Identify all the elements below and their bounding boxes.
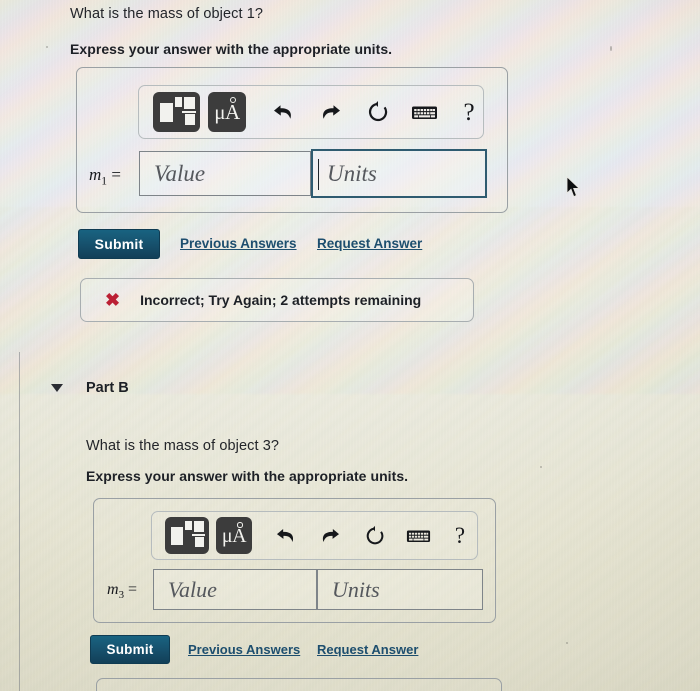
units-icon-label: μA bbox=[221, 524, 247, 547]
reset-circular-arrow-icon bbox=[369, 101, 388, 122]
redo-button[interactable] bbox=[316, 522, 344, 550]
units-button[interactable]: μA bbox=[216, 517, 252, 554]
part-a-instruction: Express your answer with the appropriate… bbox=[70, 41, 393, 57]
undo-button[interactable] bbox=[272, 522, 300, 550]
part-a-feedback-text: Incorrect; Try Again; 2 attempts remaini… bbox=[140, 292, 422, 308]
keyboard-button[interactable] bbox=[409, 101, 439, 123]
text-caret bbox=[318, 159, 319, 190]
undo-arrow-icon bbox=[276, 529, 294, 542]
part-b-value-placeholder: Value bbox=[168, 576, 217, 602]
part-a-question: What is the mass of object 1? bbox=[70, 6, 264, 22]
cross-icon: ✖ bbox=[105, 290, 121, 310]
variable-letter: m bbox=[89, 165, 102, 184]
part-a-answer-panel: μA ? m1 = Value Units bbox=[76, 67, 508, 213]
variable-subscript: 3 bbox=[118, 589, 124, 602]
math-template-icon bbox=[165, 517, 209, 554]
part-a-request-answer-link[interactable]: Request Answer bbox=[317, 236, 422, 251]
part-a-value-input[interactable]: Value bbox=[139, 151, 311, 196]
math-template-button[interactable] bbox=[165, 517, 209, 554]
equals-sign: = bbox=[111, 165, 121, 184]
part-a-feedback-banner: ✖ Incorrect; Try Again; 2 attempts remai… bbox=[80, 278, 474, 322]
math-template-icon bbox=[153, 92, 200, 132]
math-template-button[interactable] bbox=[153, 92, 200, 132]
part-b-submit-button[interactable]: Submit bbox=[90, 635, 170, 664]
mouse-cursor bbox=[566, 175, 581, 198]
question-mark-icon: ? bbox=[454, 523, 466, 548]
reset-button[interactable] bbox=[361, 522, 389, 550]
part-b-units-placeholder: Units bbox=[332, 576, 380, 602]
part-b-collapse-toggle[interactable] bbox=[51, 384, 63, 392]
help-button[interactable]: ? bbox=[448, 522, 472, 550]
redo-button[interactable] bbox=[315, 97, 345, 127]
keyboard-icon bbox=[406, 529, 430, 542]
units-icon-label: μA bbox=[214, 99, 240, 124]
next-answer-panel-partial bbox=[96, 678, 502, 691]
part-a-units-input[interactable]: Units bbox=[311, 149, 487, 198]
part-b-value-input[interactable]: Value bbox=[153, 569, 317, 610]
reset-circular-arrow-icon bbox=[366, 525, 384, 544]
part-b-header-label: Part B bbox=[86, 380, 129, 396]
units-button[interactable]: μA bbox=[208, 92, 246, 132]
equals-sign: = bbox=[128, 581, 138, 598]
part-b-answer-panel: μA ? m3 = Value Units bbox=[93, 498, 496, 623]
keyboard-button[interactable] bbox=[404, 526, 432, 546]
variable-subscript: 1 bbox=[101, 174, 108, 188]
part-a-units-placeholder: Units bbox=[327, 160, 377, 186]
question-mark-icon: ? bbox=[463, 98, 475, 126]
undo-arrow-icon bbox=[273, 105, 291, 119]
help-button[interactable]: ? bbox=[456, 97, 482, 127]
reset-button[interactable] bbox=[363, 97, 393, 127]
ring-accent-icon bbox=[230, 97, 236, 103]
part-b-previous-answers-link[interactable]: Previous Answers bbox=[188, 642, 300, 657]
variable-letter: m bbox=[107, 581, 119, 598]
part-b-equation-toolbar: μA ? bbox=[151, 511, 478, 560]
redo-arrow-icon bbox=[322, 105, 340, 119]
part-a-value-placeholder: Value bbox=[154, 160, 206, 186]
undo-button[interactable] bbox=[268, 97, 298, 127]
cursor-arrow-icon bbox=[566, 175, 581, 198]
part-b-question: What is the mass of object 3? bbox=[86, 438, 280, 454]
redo-arrow-icon bbox=[322, 529, 340, 542]
part-b-variable-label: m3 = bbox=[107, 581, 137, 601]
part-b-instruction: Express your answer with the appropriate… bbox=[86, 468, 409, 484]
part-a-submit-button[interactable]: Submit bbox=[78, 229, 160, 259]
part-a-equation-toolbar: μA ? bbox=[138, 85, 484, 139]
part-a-variable-label: m1 = bbox=[89, 165, 121, 187]
keyboard-icon bbox=[411, 106, 437, 119]
ring-accent-icon bbox=[237, 522, 243, 528]
part-b-units-input[interactable]: Units bbox=[317, 569, 483, 610]
part-a-previous-answers-link[interactable]: Previous Answers bbox=[180, 236, 297, 251]
part-b-request-answer-link[interactable]: Request Answer bbox=[317, 642, 418, 657]
